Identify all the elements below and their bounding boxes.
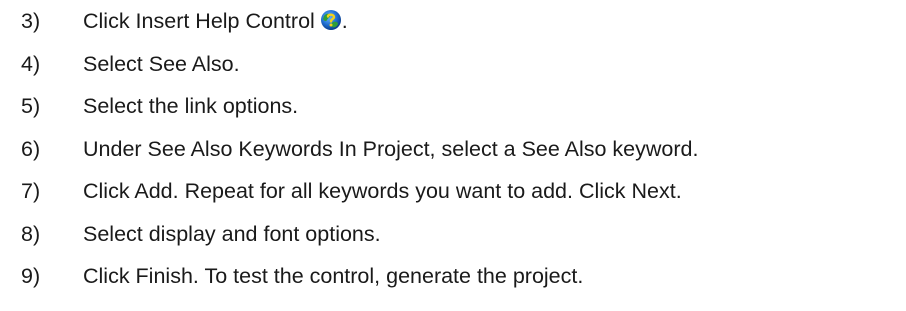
step-item: 3) Click Insert Help Control . xyxy=(21,0,901,43)
step-number: 4) xyxy=(21,51,41,76)
help-control-globe-icon xyxy=(320,9,342,31)
step-item: 8) Select display and font options. xyxy=(21,213,901,256)
step-number: 5) xyxy=(21,94,41,118)
step-text: Click Add. Repeat for all keywords you w… xyxy=(83,179,682,203)
instruction-steps: 3) Click Insert Help Control . 4) Select… xyxy=(21,0,901,298)
step-text: Click Finish. To test the control, gener… xyxy=(83,264,584,288)
step-item: 7) Click Add. Repeat for all keywords yo… xyxy=(21,170,901,213)
step-text: Select See Also. xyxy=(83,51,240,76)
step-text-wrap: Click Insert Help Control . xyxy=(83,0,348,43)
step-text-suffix: . xyxy=(341,9,348,33)
step-item: 4) Select See Also. xyxy=(21,43,901,86)
step-text: Click Insert Help Control xyxy=(83,9,315,33)
step-text: Select the link options. xyxy=(83,94,299,118)
step-item: 6) Under See Also Keywords In Project, s… xyxy=(21,128,901,171)
step-number: 8) xyxy=(21,221,41,246)
step-text: Select display and font options. xyxy=(83,221,381,246)
step-item: 9) Click Finish. To test the control, ge… xyxy=(21,255,901,298)
step-text: Under See Also Keywords In Project, sele… xyxy=(83,136,699,161)
step-number: 6) xyxy=(21,136,41,161)
step-number: 3) xyxy=(21,9,41,33)
step-number: 7) xyxy=(21,179,41,203)
step-item: 5) Select the link options. xyxy=(21,85,901,128)
step-number: 9) xyxy=(21,264,41,288)
